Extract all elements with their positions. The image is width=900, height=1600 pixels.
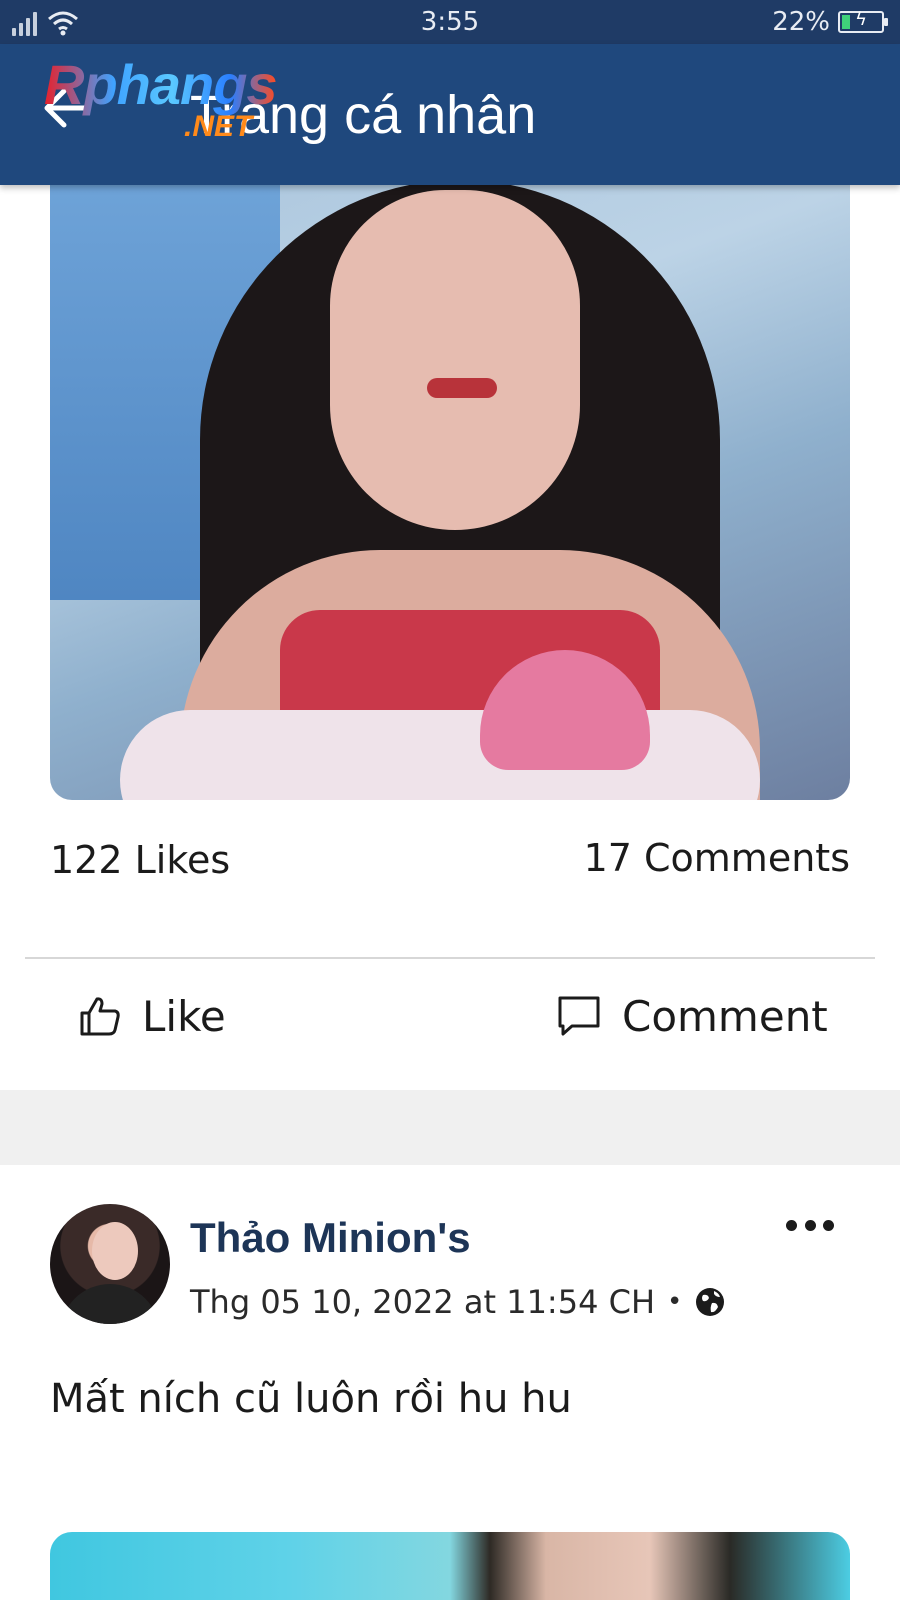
- post-separator: [0, 1090, 900, 1165]
- charging-bolt-icon: ϟ: [855, 9, 867, 30]
- like-label: Like: [142, 991, 226, 1041]
- watermark-logo: Rphangs .NET: [44, 52, 324, 152]
- status-bar: 3:55 22% ϟ: [0, 0, 900, 44]
- clock: 3:55: [420, 7, 480, 37]
- more-dot: [804, 1219, 816, 1231]
- watermark-suffix: .NET: [184, 110, 253, 143]
- battery-percent: 22%: [772, 7, 830, 37]
- speech-bubble-icon: [558, 996, 600, 1036]
- meta-separator: •: [667, 1287, 683, 1317]
- watermark-text: Rphangs: [44, 53, 278, 116]
- thumbs-up-icon: [80, 997, 120, 1036]
- battery-icon: ϟ: [838, 9, 888, 33]
- post-date[interactable]: Thg 05 10, 2022 at 11:54 CH: [190, 1283, 655, 1321]
- photo-face: [330, 190, 580, 530]
- post-text: Mất ních cũ luôn rồi hu hu: [50, 1376, 572, 1422]
- comment-button[interactable]: Comment: [556, 988, 828, 1044]
- post-photo[interactable]: [50, 150, 850, 800]
- avatar[interactable]: [50, 1204, 170, 1324]
- app-bar: Trang cá nhân Rphangs .NET: [0, 44, 900, 185]
- avatar-face: [92, 1222, 138, 1280]
- photo-lips: [427, 378, 497, 398]
- more-options-button[interactable]: [786, 1210, 834, 1240]
- avatar-body: [60, 1284, 160, 1324]
- globe-icon: [696, 1288, 725, 1316]
- post-meta: Thg 05 10, 2022 at 11:54 CH •: [190, 1280, 726, 1324]
- more-dots-icon: [786, 1219, 797, 1231]
- photo-pillow: [120, 710, 760, 800]
- comment-label: Comment: [622, 991, 828, 1041]
- divider: [25, 957, 875, 959]
- like-button[interactable]: Like: [78, 988, 226, 1044]
- comments-count[interactable]: 17 Comments: [584, 836, 850, 880]
- post-photo-2[interactable]: [50, 1532, 850, 1600]
- status-right: 22% ϟ: [772, 7, 888, 37]
- author-name[interactable]: Thảo Minion's: [190, 1214, 471, 1262]
- likes-count[interactable]: 122 Likes: [50, 838, 230, 882]
- more-dot: [823, 1219, 834, 1231]
